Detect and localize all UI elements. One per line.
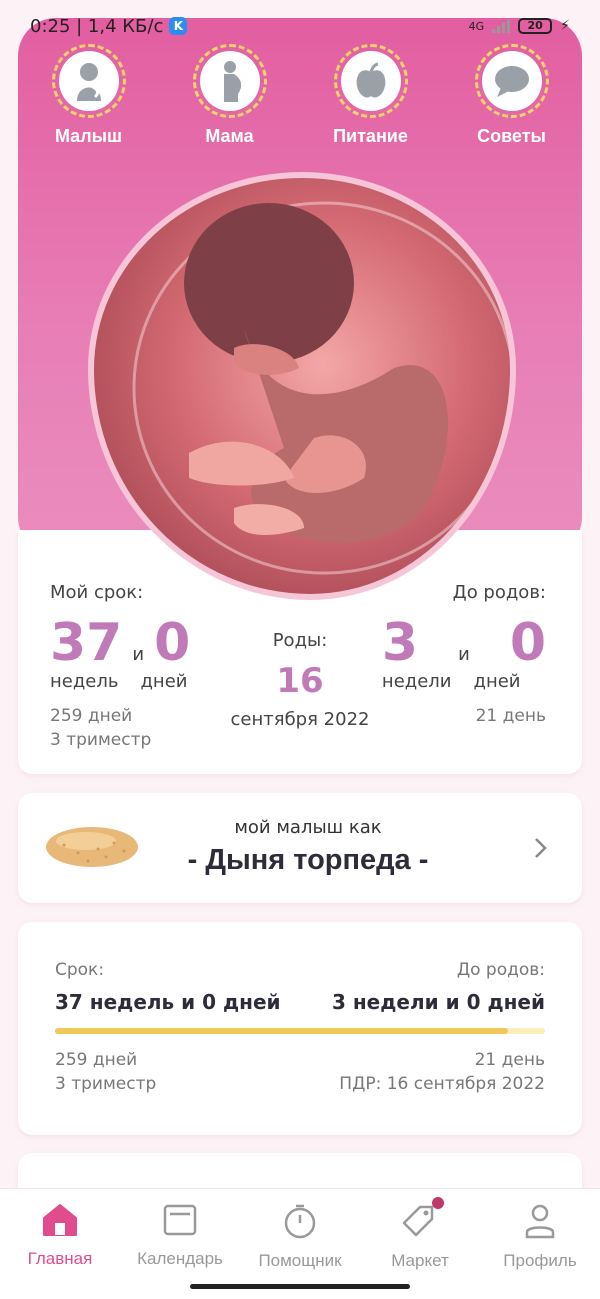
top-nav-mom[interactable]: Мама bbox=[175, 44, 285, 147]
timer-icon bbox=[284, 1204, 316, 1239]
term-days-label: дней bbox=[140, 671, 188, 692]
progress-due-date: ПДР: 16 сентября 2022 bbox=[339, 1074, 545, 1094]
progress-left-days: 259 дней bbox=[55, 1050, 138, 1070]
progress-bar bbox=[55, 1028, 545, 1034]
tab-label: Главная bbox=[27, 1249, 93, 1268]
term-block: Мой срок: 37 и 0 недель дней 259 дней 3 … bbox=[50, 582, 190, 750]
term-weeks-label: недель bbox=[50, 671, 119, 692]
progress-left-details: 259 дней 3 триместр bbox=[55, 1050, 156, 1094]
top-nav-mom-bg bbox=[199, 51, 260, 111]
home-icon bbox=[43, 1204, 77, 1236]
bottom-nav: Главная Календарь Помощник Маркет Профил… bbox=[0, 1188, 600, 1299]
until-birth-units: недели дней bbox=[382, 671, 546, 692]
fruit-name: - Дыня торпеда - bbox=[187, 844, 429, 876]
top-nav-tips[interactable]: Советы bbox=[457, 44, 567, 147]
status-right: 4G 20 ⚡ bbox=[469, 18, 570, 34]
term-title: Мой срок: bbox=[50, 582, 144, 603]
until-birth-and: и bbox=[458, 644, 470, 665]
term-total-days: 259 дней bbox=[50, 706, 133, 726]
top-nav-label: Советы bbox=[477, 126, 546, 146]
until-birth-days-label: дней bbox=[473, 671, 521, 692]
signal-icon bbox=[492, 19, 511, 33]
progress-card: Срок: До родов: 37 недель и 0 дней 3 нед… bbox=[18, 922, 582, 1135]
progress-term-value: 37 недель и 0 дней bbox=[55, 990, 281, 1014]
price-tag-icon bbox=[402, 1205, 434, 1237]
fetus-drawing bbox=[132, 201, 510, 575]
progress-values: 37 недель и 0 дней 3 недели и 0 дней bbox=[55, 990, 545, 1014]
tab-label: Маркет bbox=[391, 1251, 449, 1270]
tab-profile[interactable]: Профиль bbox=[480, 1203, 600, 1299]
until-birth-numbers: 3 и 0 bbox=[382, 617, 546, 669]
progress-content: Срок: До родов: 37 недель и 0 дней 3 нед… bbox=[55, 960, 545, 1094]
profile-icon bbox=[525, 1204, 555, 1239]
apple-icon bbox=[356, 62, 385, 98]
until-birth-title: До родов: bbox=[452, 582, 546, 603]
status-bar: 0:25 | 1,4 КБ/с K 4G 20 ⚡ bbox=[0, 0, 600, 52]
status-time-speed: 0:25 | 1,4 КБ/с bbox=[30, 15, 164, 37]
progress-left-trimester: 3 триместр bbox=[55, 1074, 157, 1094]
top-nav-baby-bg bbox=[58, 51, 119, 111]
top-nav-label: Мама bbox=[205, 126, 254, 146]
calendar-icon bbox=[163, 1204, 197, 1236]
top-nav-baby-ring bbox=[51, 44, 126, 118]
battery-icon: 20 bbox=[518, 18, 553, 34]
charging-icon: ⚡ bbox=[560, 18, 570, 34]
fruit-size-card[interactable]: мой малыш как - Дыня торпеда - bbox=[18, 793, 582, 903]
baby-icon bbox=[76, 63, 101, 101]
fruit-text: мой малыш как - Дыня торпеда - bbox=[178, 817, 438, 877]
status-left: 0:25 | 1,4 КБ/с K bbox=[30, 15, 188, 37]
progress-details: 259 дней 3 триместр 21 день ПДР: 16 сент… bbox=[55, 1050, 545, 1094]
progress-term-label: Срок: bbox=[55, 960, 105, 980]
until-birth-days: 0 bbox=[509, 613, 546, 673]
term-days: 0 bbox=[154, 613, 191, 673]
k-app-icon: K bbox=[169, 17, 188, 35]
top-nav-mom-ring bbox=[192, 44, 267, 118]
top-nav-nutrition-ring bbox=[333, 44, 408, 118]
tab-label: Помощник bbox=[258, 1251, 342, 1270]
term-and: и bbox=[132, 644, 145, 665]
top-nav-label: Малыш bbox=[54, 126, 123, 146]
top-nav-label: Питание bbox=[333, 126, 408, 146]
birth-month-year: сентября 2022 bbox=[230, 709, 370, 730]
until-birth-weeks: 3 bbox=[381, 613, 419, 673]
term-weeks: 37 bbox=[50, 613, 123, 673]
term-trimester: 3 триместр bbox=[50, 730, 152, 750]
top-nav-tips-bg bbox=[481, 51, 542, 111]
top-nav-nutrition[interactable]: Питание bbox=[316, 44, 426, 147]
birth-day: 16 bbox=[276, 661, 324, 701]
until-birth-weeks-label: недели bbox=[381, 671, 452, 692]
network-type: 4G bbox=[468, 19, 485, 33]
tab-home[interactable]: Главная bbox=[0, 1203, 120, 1299]
term-numbers: 37 и 0 bbox=[50, 617, 190, 669]
until-birth-total-days: 21 день bbox=[475, 706, 546, 726]
fetus-image bbox=[94, 178, 510, 594]
fruit-caption: мой малыш как bbox=[234, 817, 382, 838]
melon-icon bbox=[46, 827, 138, 867]
progress-bar-fill bbox=[55, 1028, 509, 1034]
birth-title: Роды: bbox=[272, 630, 328, 651]
home-indicator bbox=[190, 1284, 410, 1289]
tab-label: Календарь bbox=[137, 1249, 223, 1268]
progress-until-value: 3 недели и 0 дней bbox=[331, 990, 545, 1014]
tab-label: Профиль bbox=[503, 1251, 577, 1270]
top-nav-tips-ring bbox=[474, 44, 549, 118]
progress-until-label: До родов: bbox=[456, 960, 545, 980]
progress-right-details: 21 день ПДР: 16 сентября 2022 bbox=[339, 1050, 545, 1094]
chat-bubble-icon bbox=[494, 66, 529, 97]
term-units: недель дней bbox=[50, 671, 190, 692]
top-nav-baby[interactable]: Малыш bbox=[34, 44, 144, 147]
pregnant-mother-icon bbox=[223, 61, 241, 102]
notification-dot bbox=[432, 1197, 444, 1209]
top-nav: Малыш Мама Питание Советы bbox=[18, 44, 582, 147]
until-birth-block: До родов: 3 и 0 недели дней 21 день bbox=[382, 582, 546, 726]
progress-labels: Срок: До родов: bbox=[55, 960, 545, 980]
progress-right-days: 21 день bbox=[474, 1050, 545, 1070]
chevron-right-icon bbox=[535, 838, 547, 858]
top-nav-nutrition-bg bbox=[340, 51, 401, 111]
birth-block: Роды: 16 сентября 2022 bbox=[218, 630, 382, 730]
